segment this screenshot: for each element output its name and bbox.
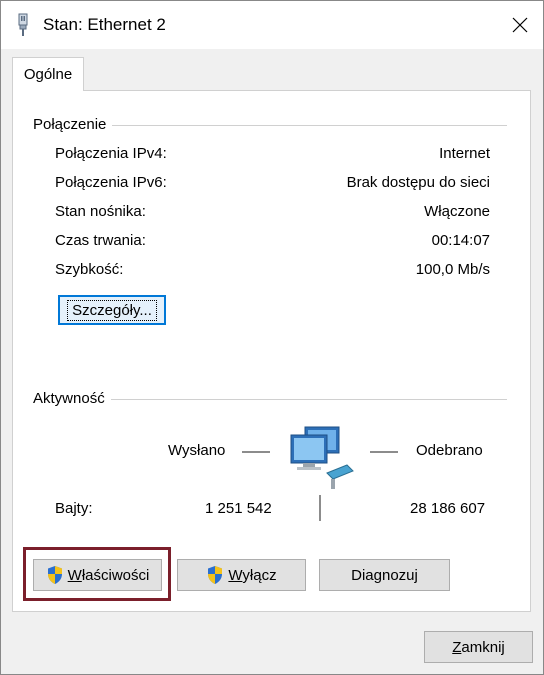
diagnose-button-label: Diagnozuj [351,566,418,584]
ipv6-value: Brak dostępu do sieci [346,174,490,191]
uac-shield-icon [208,566,223,584]
close-button-label: Zamknij [452,638,505,656]
tab-general-label: Ogólne [23,66,73,83]
ipv6-label: Połączenia IPv6: [55,174,167,191]
received-dash [370,451,398,453]
media-state-label: Stan nośnika: [55,203,146,220]
close-button[interactable]: Zamknij [424,631,533,663]
close-icon [512,17,528,33]
duration-label: Czas trwania: [55,232,146,249]
speed-label: Szybkość: [55,261,124,278]
duration-value: 00:14:07 [431,232,490,249]
title-bar[interactable]: Stan: Ethernet 2 [1,1,543,49]
status-window: Stan: Ethernet 2 Ogólne Połączenie Połąc… [0,0,544,675]
close-window-button[interactable] [497,1,543,49]
window-title: Stan: Ethernet 2 [43,15,166,34]
bytes-divider [319,495,321,521]
bytes-received-value: 28 186 607 [410,500,486,517]
details-button[interactable]: Szczegóły... [58,295,166,325]
bytes-sent-value: 1 251 542 [205,500,272,517]
ipv4-label: Połączenia IPv4: [55,145,167,162]
received-label: Odebrano [416,442,483,459]
sent-label: Wysłano [168,442,226,459]
ipv4-value: Internet [439,145,490,162]
network-computers-icon [290,426,354,489]
activity-group-label: Aktywność [33,390,111,407]
network-adapter-icon [18,13,28,36]
media-state-value: Włączone [424,203,490,220]
general-panel: Połączenie Połączenia IPv4: Internet Poł… [12,90,531,612]
speed-value: 100,0 Mb/s [415,261,490,278]
connection-group-label: Połączenie [33,116,113,133]
details-button-label: Szczegóły... [67,299,157,321]
bytes-label: Bajty: [55,500,93,517]
disable-button[interactable]: Wyłącz [177,559,306,591]
tab-general[interactable]: Ogólne [12,57,84,91]
disable-button-label: Wyłącz [228,566,277,584]
diagnose-button[interactable]: Diagnozuj [319,559,450,591]
sent-dash [242,451,270,453]
highlight-box [23,547,171,601]
